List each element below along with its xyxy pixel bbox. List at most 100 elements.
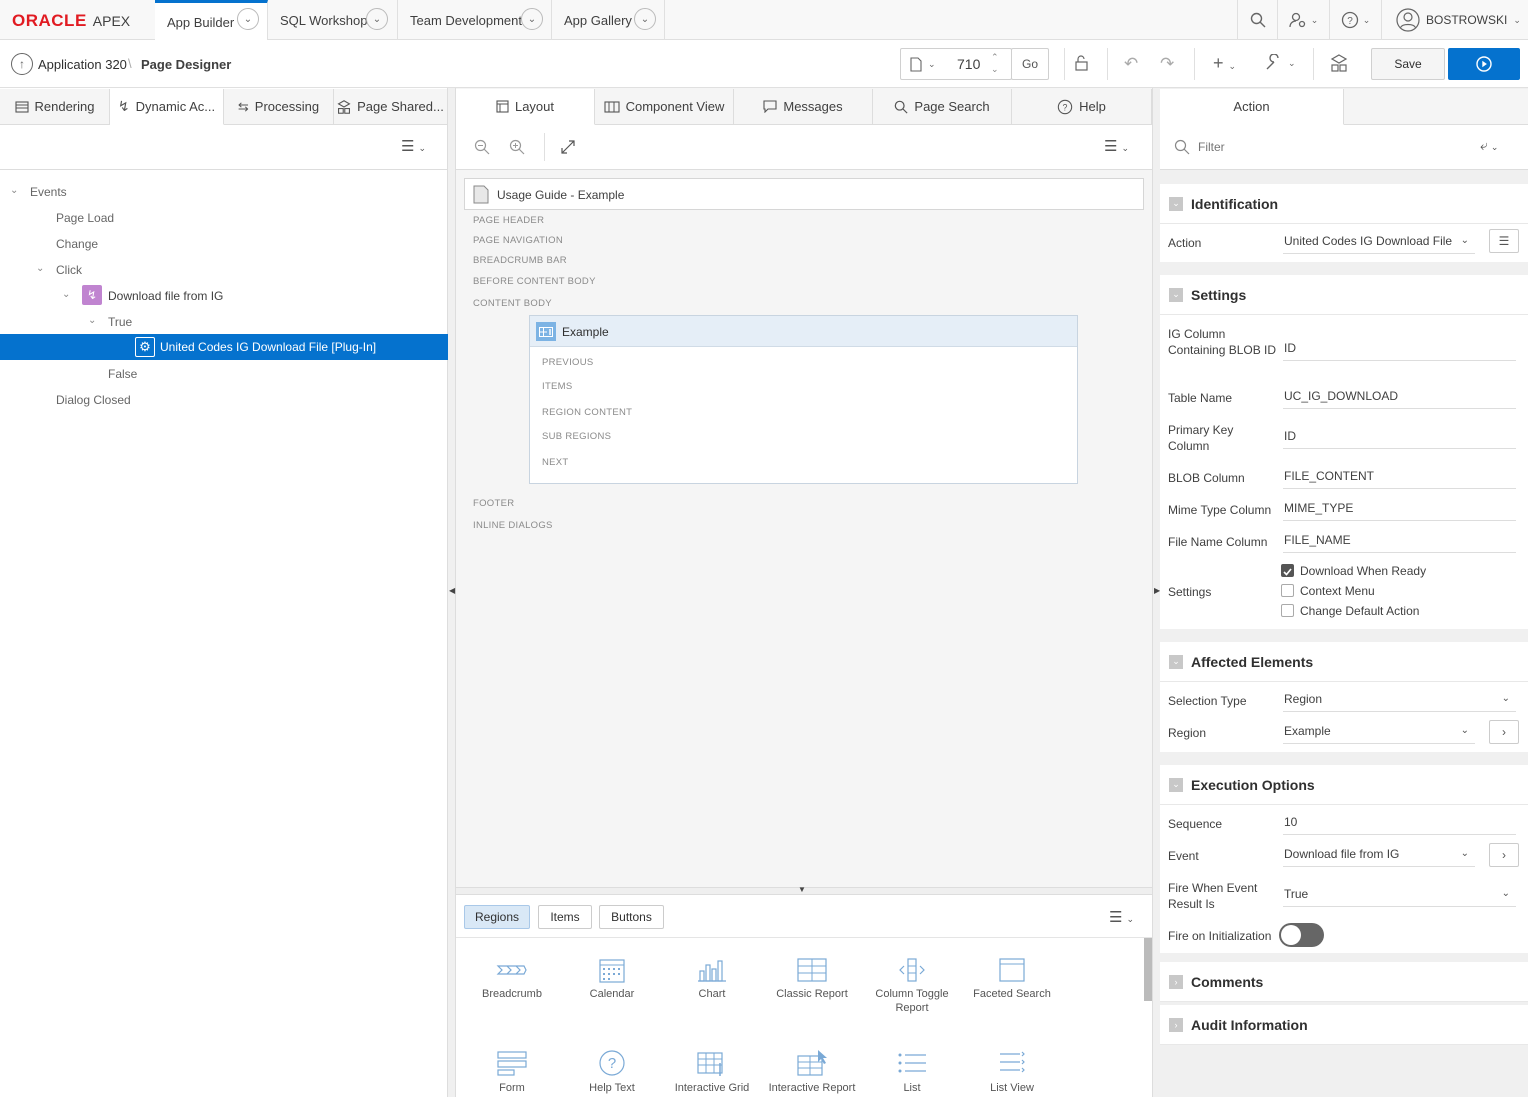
tree-node-click[interactable]: Click (56, 263, 82, 277)
sequence-field[interactable]: 10 (1283, 811, 1516, 835)
expand-icon[interactable]: › (1169, 1017, 1183, 1032)
position-content-body[interactable]: CONTENT BODY (473, 298, 552, 309)
region-example[interactable]: Example PREVIOUS ITEMS REGION CONTENT SU… (529, 315, 1078, 484)
help-icon[interactable]: ? ⌄ (1329, 0, 1381, 40)
chevron-down-icon[interactable]: ⌄ (36, 263, 44, 274)
region-slot-sub-regions[interactable]: SUB REGIONS (542, 431, 611, 442)
change-default-action-checkbox[interactable] (1281, 604, 1294, 617)
user-menu[interactable]: BOSTROWSKI ⌄ (1381, 0, 1528, 40)
save-button[interactable]: Save (1371, 48, 1445, 80)
section-affected-elements[interactable]: ⌄ Affected Elements (1160, 642, 1528, 682)
arrow-up-icon[interactable]: ↑ (11, 53, 33, 75)
nav-tab-app-gallery[interactable]: App Gallery ⌄ (552, 0, 665, 40)
go-to-region-button[interactable]: › (1489, 720, 1519, 744)
create-plus-icon[interactable]: + ⌄ (1213, 53, 1236, 74)
nav-tab-sql-workshop[interactable]: SQL Workshop ⌄ (268, 0, 398, 40)
fire-on-init-toggle[interactable] (1279, 923, 1324, 947)
tab-help[interactable]: ? Help (1012, 89, 1152, 125)
primary-key-field[interactable]: ID (1283, 425, 1516, 449)
redo-icon[interactable]: ↷ (1160, 54, 1174, 74)
oracle-apex-logo[interactable]: ORACLE APEX (12, 11, 130, 31)
page-selector[interactable]: ⌄ 710 ⌃ ⌄ (900, 48, 1012, 80)
undo-icon[interactable]: ↶ (1124, 54, 1138, 74)
left-splitter[interactable]: ◀ (448, 88, 456, 1097)
event-select[interactable]: Download file from IG ⌄ (1283, 843, 1475, 867)
chevron-down-icon[interactable]: ⌄ (237, 8, 259, 30)
section-identification[interactable]: ⌄ Identification (1160, 184, 1528, 224)
tab-layout[interactable]: Layout (456, 89, 595, 125)
nav-tab-app-builder[interactable]: App Builder ⌄ (155, 0, 268, 41)
gallery-item-column-toggle-report[interactable]: Column Toggle Report (862, 957, 962, 1015)
gallery-tab-buttons[interactable]: Buttons (599, 905, 664, 929)
tab-component-view[interactable]: Component View (595, 89, 734, 125)
go-to-group-icon[interactable]: ⤶ ⌄ (1480, 137, 1498, 154)
run-page-button[interactable] (1448, 48, 1520, 80)
go-to-event-button[interactable]: › (1489, 843, 1519, 867)
ig-column-field[interactable]: ID (1283, 337, 1516, 361)
tree-node-true[interactable]: True (108, 315, 132, 329)
tab-page-shared-components[interactable]: Page Shared... (334, 89, 448, 125)
gallery-item-calendar[interactable]: Calendar (562, 957, 662, 1001)
gallery-item-classic-report[interactable]: Classic Report (762, 957, 862, 1001)
section-audit-information[interactable]: › Audit Information (1160, 1005, 1528, 1045)
shared-components-icon[interactable] (1330, 54, 1348, 75)
gallery-item-help-text[interactable]: ? Help Text (562, 1049, 662, 1095)
tab-messages[interactable]: Messages (734, 89, 873, 125)
region-select[interactable]: Example ⌄ (1283, 720, 1475, 744)
tree-node-events[interactable]: Events (30, 185, 67, 199)
search-icon[interactable] (1237, 0, 1277, 40)
chevron-down-icon[interactable]: ⌄ (521, 8, 543, 30)
list-of-values-button[interactable]: ☰ (1489, 229, 1519, 253)
fire-when-select[interactable]: True ⌄ (1283, 883, 1516, 907)
gallery-item-chart[interactable]: Chart (662, 957, 762, 1001)
menu-icon[interactable]: ☰ ⌄ (401, 137, 426, 155)
collapse-icon[interactable]: ⌄ (1169, 777, 1183, 792)
tab-page-search[interactable]: Page Search (873, 89, 1012, 125)
tree-node-change[interactable]: Change (56, 237, 98, 251)
region-slot-region-content[interactable]: REGION CONTENT (542, 407, 632, 418)
position-before-content-body[interactable]: BEFORE CONTENT BODY (473, 276, 596, 287)
section-comments[interactable]: › Comments (1160, 962, 1528, 1002)
page-stepper-icon[interactable]: ⌃ ⌄ (991, 51, 999, 75)
right-splitter[interactable]: ▶ (1152, 88, 1160, 1097)
file-name-field[interactable]: FILE_NAME (1283, 529, 1516, 553)
region-slot-previous[interactable]: PREVIOUS (542, 357, 594, 368)
tab-processing[interactable]: ⇆ Processing (224, 89, 334, 125)
gallery-tab-regions[interactable]: Regions (464, 905, 530, 929)
gallery-item-breadcrumb[interactable]: Breadcrumb (462, 957, 562, 1001)
tree-node-false[interactable]: False (108, 367, 137, 381)
chevron-down-icon[interactable]: ⌄ (88, 315, 96, 326)
region-slot-next[interactable]: NEXT (542, 457, 569, 468)
section-execution-options[interactable]: ⌄ Execution Options (1160, 765, 1528, 805)
menu-icon[interactable]: ☰ ⌄ (1104, 137, 1129, 155)
tree-node-dialog-closed[interactable]: Dialog Closed (56, 393, 131, 407)
nav-tab-team-development[interactable]: Team Development ⌄ (398, 0, 552, 40)
tab-rendering[interactable]: Rendering (0, 89, 110, 125)
administration-icon[interactable]: ⌄ (1277, 0, 1329, 40)
page-title-region[interactable]: Usage Guide - Example (464, 178, 1144, 210)
expand-icon[interactable]: › (1169, 974, 1183, 989)
gallery-item-interactive-report[interactable]: Interactive Report (762, 1049, 862, 1095)
tree-node-page-load[interactable]: Page Load (56, 211, 114, 225)
gallery-scrollbar[interactable] (1144, 938, 1152, 1001)
action-select[interactable]: United Codes IG Download File ⌄ (1283, 230, 1475, 254)
position-page-header[interactable]: PAGE HEADER (473, 215, 544, 226)
table-name-field[interactable]: UC_IG_DOWNLOAD (1283, 385, 1516, 409)
lock-icon[interactable] (1072, 54, 1090, 75)
position-page-navigation[interactable]: PAGE NAVIGATION (473, 235, 563, 246)
menu-icon[interactable]: ☰ ⌄ (1109, 908, 1134, 926)
collapse-down-icon[interactable]: ▼ (798, 885, 806, 894)
chevron-down-icon[interactable]: ⌄ (928, 59, 936, 70)
tree-node-plugin-selected[interactable]: ⚙ United Codes IG Download File [Plug-In… (0, 334, 448, 360)
gallery-tab-items[interactable]: Items (538, 905, 592, 929)
position-breadcrumb-bar[interactable]: BREADCRUMB BAR (473, 255, 567, 266)
region-slot-items[interactable]: ITEMS (542, 381, 573, 392)
collapse-left-icon[interactable]: ◀ (449, 586, 455, 595)
region-header[interactable]: Example (530, 316, 1077, 347)
gallery-item-interactive-grid[interactable]: Interactive Grid (662, 1049, 762, 1095)
collapse-icon[interactable]: ⌄ (1169, 196, 1183, 211)
blob-column-field[interactable]: FILE_CONTENT (1283, 465, 1516, 489)
position-footer[interactable]: FOOTER (473, 498, 514, 509)
page-number-input[interactable]: 710 (957, 56, 980, 72)
tab-action[interactable]: Action (1160, 89, 1344, 125)
